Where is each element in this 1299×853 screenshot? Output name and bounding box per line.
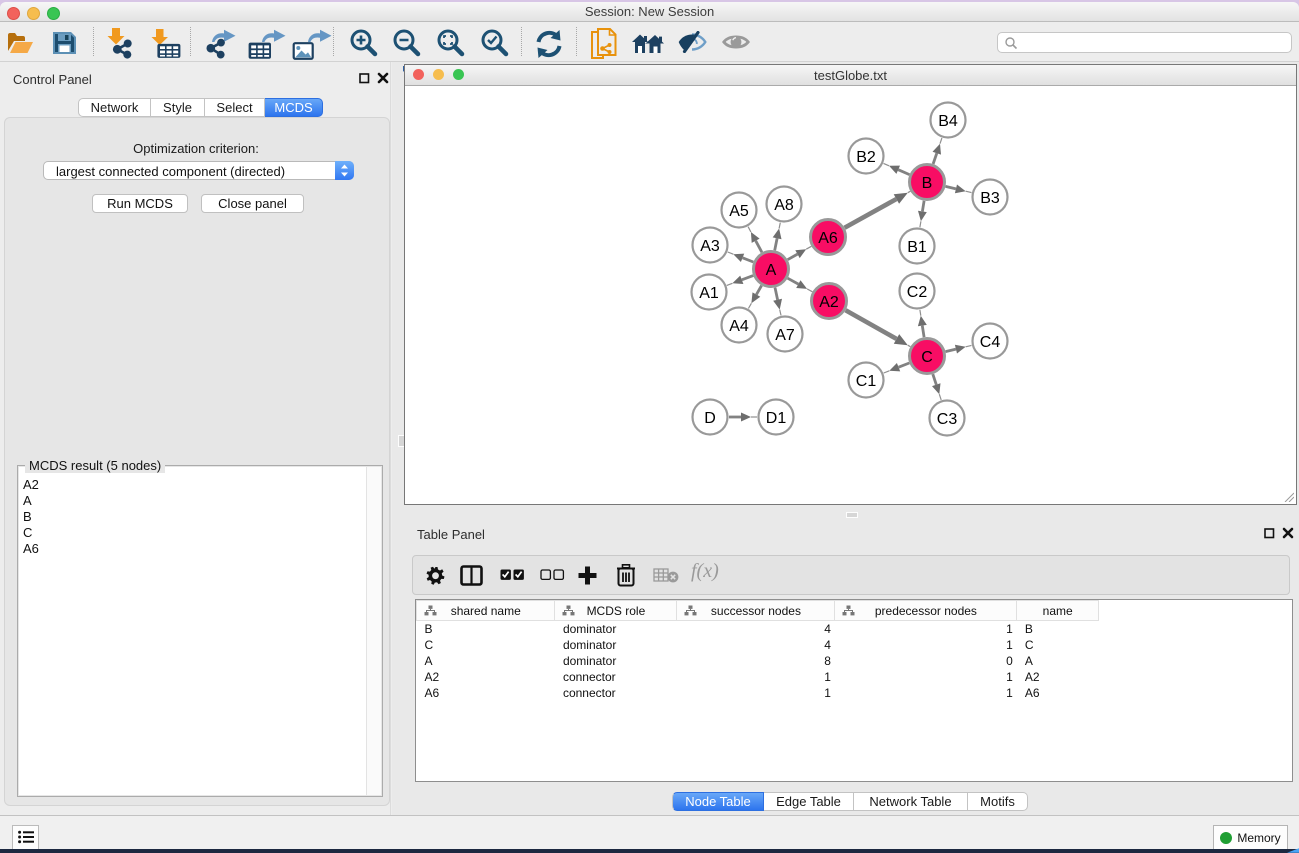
svg-text:B3: B3 (980, 190, 1000, 207)
svg-text:A: A (766, 262, 777, 279)
svg-text:C1: C1 (856, 373, 877, 390)
svg-text:B2: B2 (856, 149, 876, 166)
svg-text:A3: A3 (700, 238, 720, 255)
svg-text:A1: A1 (699, 285, 719, 302)
svg-text:D: D (704, 410, 716, 427)
svg-text:B4: B4 (938, 113, 958, 130)
svg-text:A7: A7 (775, 327, 795, 344)
svg-text:A5: A5 (729, 203, 749, 220)
svg-text:C: C (921, 349, 933, 366)
svg-text:A2: A2 (819, 294, 839, 311)
svg-text:A8: A8 (774, 197, 794, 214)
svg-text:D1: D1 (766, 410, 787, 427)
svg-text:A4: A4 (729, 318, 749, 335)
svg-text:C3: C3 (937, 411, 958, 428)
svg-text:B1: B1 (907, 239, 927, 256)
svg-text:C2: C2 (907, 284, 928, 301)
svg-text:A6: A6 (818, 230, 838, 247)
svg-text:B: B (922, 175, 933, 192)
svg-text:C4: C4 (980, 334, 1001, 351)
